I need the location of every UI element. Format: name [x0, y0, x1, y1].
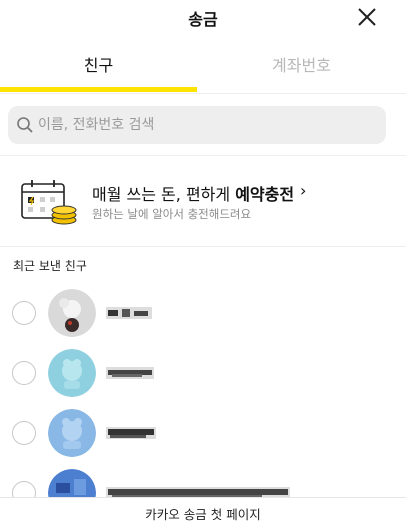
- friend-select-radio[interactable]: [12, 361, 36, 385]
- friend-row[interactable]: [0, 345, 406, 401]
- close-button[interactable]: [356, 6, 378, 28]
- name-obscured: [106, 367, 154, 379]
- friend-row[interactable]: [0, 285, 406, 341]
- tab-account-number[interactable]: 계좌번호: [197, 52, 406, 76]
- avatar: [48, 289, 96, 337]
- search-bar[interactable]: [8, 106, 386, 144]
- recent-friends-label: 최근 보낸 친구: [13, 259, 87, 273]
- active-tab-indicator: [0, 87, 197, 92]
- friend-select-radio[interactable]: [12, 421, 36, 445]
- scheduled-charge-banner[interactable]: 매월 쓰는 돈, 편하게 예약충전 › 원하는 날에 알아서 충전해드려요: [0, 168, 406, 238]
- calendar-coins-icon: [21, 180, 77, 225]
- search-icon: [17, 117, 33, 133]
- tab-friends[interactable]: 친구: [0, 52, 197, 76]
- name-obscured: [106, 307, 152, 319]
- banner-subtitle: 원하는 날에 알아서 충전해드려요: [92, 207, 252, 221]
- divider: [0, 246, 406, 247]
- divider: [0, 155, 406, 156]
- avatar: [48, 349, 96, 397]
- tab-bar: 친구 계좌번호: [0, 36, 406, 94]
- friend-row[interactable]: [0, 405, 406, 461]
- avatar: [48, 409, 96, 457]
- friend-select-radio[interactable]: [12, 301, 36, 325]
- header-bar: 송금: [0, 0, 406, 36]
- banner-title: 매월 쓰는 돈, 편하게 예약충전: [92, 185, 295, 204]
- chevron-right-icon: ›: [300, 181, 307, 200]
- search-input[interactable]: [38, 106, 378, 144]
- close-icon: [358, 8, 376, 26]
- screen-caption: 카카오 송금 첫 페이지: [0, 497, 406, 524]
- name-obscured: [106, 427, 156, 439]
- page-title: 송금: [188, 10, 218, 29]
